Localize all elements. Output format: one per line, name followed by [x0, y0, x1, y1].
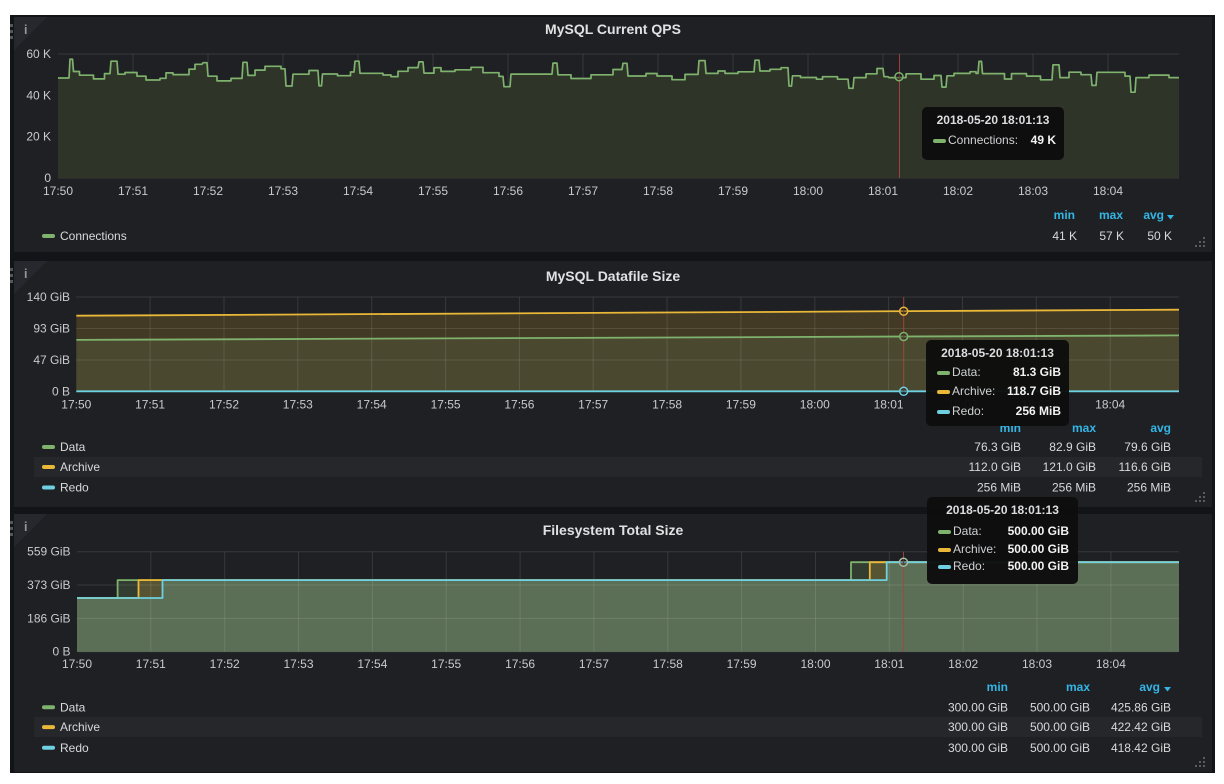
svg-text:max: max — [1099, 208, 1123, 222]
svg-text:17:59: 17:59 — [727, 657, 757, 671]
svg-text:559 GiB: 559 GiB — [27, 545, 70, 559]
svg-text:18:00: 18:00 — [800, 398, 830, 412]
svg-text:17:51: 17:51 — [135, 398, 165, 412]
svg-text:17:51: 17:51 — [118, 184, 148, 198]
svg-text:18:01: 18:01 — [868, 184, 898, 198]
svg-text:93 GiB: 93 GiB — [33, 322, 70, 336]
svg-text:Data: Data — [60, 700, 86, 714]
svg-text:18:04: 18:04 — [1093, 184, 1123, 198]
svg-text:17:54: 17:54 — [343, 184, 373, 198]
svg-text:17:50: 17:50 — [61, 398, 91, 412]
svg-text:17:57: 17:57 — [579, 657, 609, 671]
svg-text:17:58: 17:58 — [652, 398, 682, 412]
svg-text:47 GiB: 47 GiB — [33, 353, 70, 367]
svg-text:373 GiB: 373 GiB — [27, 578, 70, 592]
svg-text:avg: avg — [1143, 208, 1164, 222]
svg-text:186 GiB: 186 GiB — [27, 611, 70, 625]
svg-text:17:58: 17:58 — [643, 184, 673, 198]
svg-text:MySQL Current QPS: MySQL Current QPS — [545, 21, 681, 37]
svg-text:17:52: 17:52 — [210, 657, 240, 671]
svg-text:Data: Data — [60, 440, 86, 454]
svg-text:17:55: 17:55 — [431, 657, 461, 671]
svg-text:17:56: 17:56 — [504, 398, 534, 412]
svg-text:500.00 GiB: 500.00 GiB — [1030, 741, 1090, 755]
svg-text:i: i — [24, 520, 27, 534]
svg-text:18:02: 18:02 — [948, 657, 978, 671]
svg-text:500.00 GiB: 500.00 GiB — [1030, 700, 1090, 714]
svg-text:18:01: 18:01 — [874, 657, 904, 671]
svg-text:300.00 GiB: 300.00 GiB — [948, 741, 1008, 755]
svg-text:17:55: 17:55 — [431, 398, 461, 412]
svg-text:18:00: 18:00 — [800, 657, 830, 671]
svg-text:17:53: 17:53 — [268, 184, 298, 198]
svg-text:17:57: 17:57 — [568, 184, 598, 198]
svg-text:40 K: 40 K — [26, 88, 51, 102]
svg-text:MySQL Datafile Size: MySQL Datafile Size — [546, 268, 681, 284]
svg-text:Redo: Redo — [60, 741, 89, 755]
svg-text:18:02: 18:02 — [943, 184, 973, 198]
svg-text:17:54: 17:54 — [357, 398, 387, 412]
svg-text:57 K: 57 K — [1099, 229, 1124, 243]
svg-text:17:50: 17:50 — [43, 184, 73, 198]
svg-text:Redo: Redo — [60, 481, 89, 495]
svg-text:17:54: 17:54 — [357, 657, 387, 671]
svg-text:112.0 GiB: 112.0 GiB — [969, 460, 1021, 474]
svg-text:Archive: Archive — [60, 460, 100, 474]
svg-text:422.42 GiB: 422.42 GiB — [1111, 720, 1171, 734]
svg-text:min: min — [987, 680, 1008, 694]
svg-text:121.0 GiB: 121.0 GiB — [1043, 460, 1096, 474]
svg-text:17:56: 17:56 — [505, 657, 535, 671]
svg-text:0 B: 0 B — [52, 385, 70, 399]
svg-text:min: min — [1054, 208, 1075, 222]
svg-text:18:00: 18:00 — [793, 184, 823, 198]
svg-text:Archive: Archive — [60, 720, 100, 734]
svg-text:256 MiB: 256 MiB — [977, 481, 1021, 495]
svg-text:i: i — [24, 267, 27, 281]
svg-text:17:53: 17:53 — [283, 657, 313, 671]
svg-text:17:58: 17:58 — [653, 657, 683, 671]
svg-text:Filesystem Total Size: Filesystem Total Size — [543, 522, 684, 538]
svg-text:500.00 GiB: 500.00 GiB — [1030, 720, 1090, 734]
svg-text:max: max — [1066, 680, 1090, 694]
svg-text:79.6 GiB: 79.6 GiB — [1124, 440, 1171, 454]
svg-text:17:50: 17:50 — [62, 657, 92, 671]
svg-text:18:03: 18:03 — [1022, 657, 1052, 671]
svg-text:17:59: 17:59 — [718, 184, 748, 198]
svg-text:max: max — [1072, 421, 1096, 435]
svg-text:17:57: 17:57 — [578, 398, 608, 412]
svg-text:300.00 GiB: 300.00 GiB — [948, 700, 1008, 714]
svg-text:17:53: 17:53 — [283, 398, 313, 412]
svg-text:300.00 GiB: 300.00 GiB — [948, 720, 1008, 734]
svg-text:17:52: 17:52 — [193, 184, 223, 198]
svg-text:17:51: 17:51 — [136, 657, 166, 671]
svg-text:41 K: 41 K — [1052, 229, 1077, 243]
svg-text:82.9 GiB: 82.9 GiB — [1049, 440, 1096, 454]
svg-text:avg: avg — [1150, 421, 1171, 435]
svg-text:17:55: 17:55 — [418, 184, 448, 198]
svg-text:60 K: 60 K — [26, 47, 51, 61]
svg-text:256 MiB: 256 MiB — [1052, 481, 1096, 495]
svg-text:0: 0 — [44, 171, 51, 185]
svg-text:17:56: 17:56 — [493, 184, 523, 198]
svg-text:116.6 GiB: 116.6 GiB — [1119, 460, 1171, 474]
svg-text:20 K: 20 K — [26, 130, 51, 144]
svg-text:avg: avg — [1139, 680, 1160, 694]
svg-text:18:01: 18:01 — [874, 398, 904, 412]
svg-text:76.3 GiB: 76.3 GiB — [974, 440, 1021, 454]
svg-text:Connections: Connections — [60, 229, 127, 243]
svg-text:18:04: 18:04 — [1096, 657, 1126, 671]
svg-text:17:59: 17:59 — [726, 398, 756, 412]
svg-text:256 MiB: 256 MiB — [1127, 481, 1171, 495]
svg-text:140 GiB: 140 GiB — [27, 290, 70, 304]
svg-text:i: i — [24, 23, 27, 37]
svg-text:18:04: 18:04 — [1095, 398, 1125, 412]
svg-text:50 K: 50 K — [1147, 229, 1172, 243]
svg-text:418.42 GiB: 418.42 GiB — [1111, 741, 1171, 755]
svg-text:18:03: 18:03 — [1018, 184, 1048, 198]
svg-text:17:52: 17:52 — [209, 398, 239, 412]
svg-text:425.86 GiB: 425.86 GiB — [1111, 700, 1171, 714]
